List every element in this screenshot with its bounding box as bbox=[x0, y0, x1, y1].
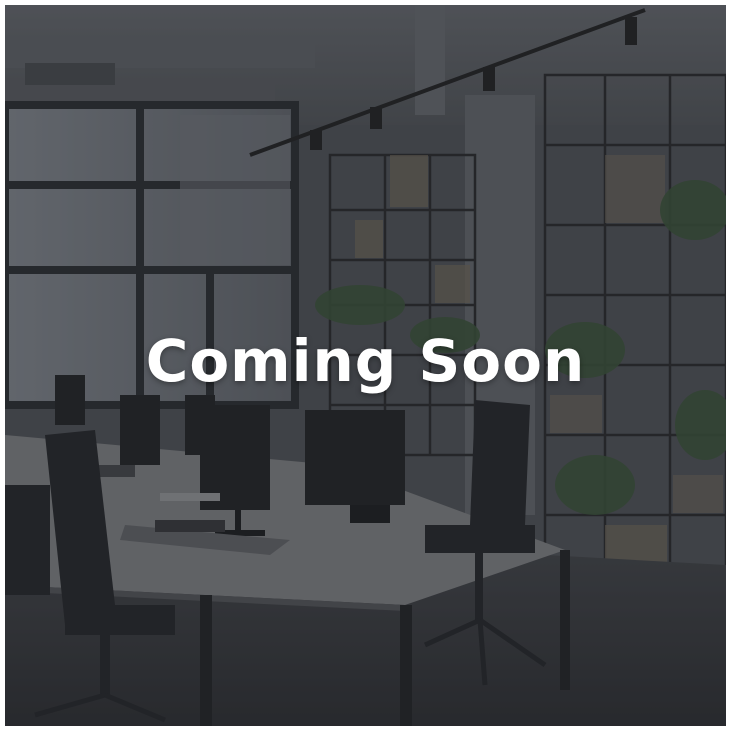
coming-soon-banner: Coming Soon bbox=[5, 5, 726, 726]
coming-soon-heading: Coming Soon bbox=[145, 327, 586, 395]
